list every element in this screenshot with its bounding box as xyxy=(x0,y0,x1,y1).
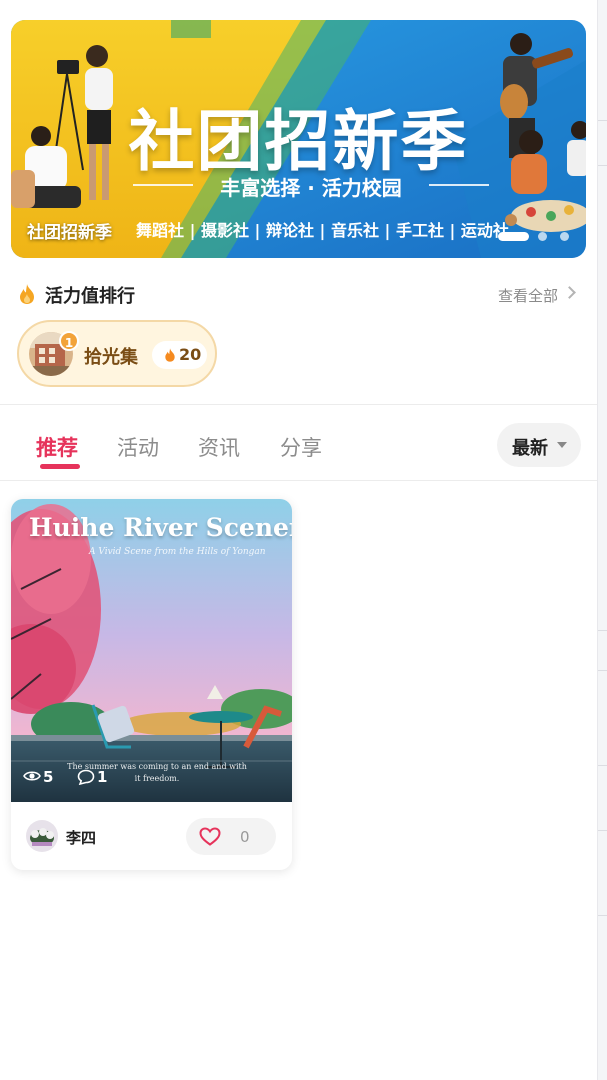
post-cover-title: Huihe River Scenery xyxy=(29,513,292,542)
ranking-item[interactable]: 1 拾光集 20 xyxy=(17,320,217,387)
fire-icon xyxy=(165,348,175,362)
heart-icon xyxy=(199,827,221,846)
carousel-dot-2[interactable] xyxy=(538,232,547,241)
caret-down-icon xyxy=(557,442,567,448)
right-scroll-strip xyxy=(597,0,607,1080)
banner-corner-label: 社团招新季 xyxy=(27,223,112,243)
eye-icon xyxy=(23,771,41,781)
divider xyxy=(0,404,597,405)
tab-activities[interactable]: 活动 xyxy=(117,432,159,462)
comment-count-value: 1 xyxy=(97,768,108,786)
ranking-header: 活力值排行 查看全部 xyxy=(18,280,580,308)
tab-share[interactable]: 分享 xyxy=(280,432,322,462)
see-all-link[interactable]: 查看全部 xyxy=(498,285,558,306)
carousel-dot-3[interactable] xyxy=(560,232,569,241)
rank-badge: 1 xyxy=(59,331,79,351)
divider xyxy=(0,480,597,481)
sort-label: 最新 xyxy=(512,438,548,459)
sort-dropdown[interactable]: 最新 xyxy=(497,423,581,467)
banner-club-list: 舞蹈社 | 摄影社 | 辩论社 | 音乐社 | 手工社 | 运动社 xyxy=(136,221,509,240)
chevron-right-icon[interactable] xyxy=(563,286,576,299)
post-cover-image xyxy=(11,499,292,802)
post-cover-subtitle: A Vivid Scene from the Hills of Yongan xyxy=(89,547,266,557)
ranking-title: 活力值排行 xyxy=(45,286,135,307)
vitality-score: 20 xyxy=(152,341,207,369)
fire-icon xyxy=(20,284,34,304)
active-tab-indicator xyxy=(40,464,80,469)
author-name[interactable]: 李四 xyxy=(66,827,96,848)
tab-news[interactable]: 资讯 xyxy=(198,432,240,462)
category-tabs: 推荐 活动 资讯 分享 最新 xyxy=(0,420,597,480)
like-button[interactable]: 0 xyxy=(186,818,276,855)
recruitment-banner[interactable]: 社团招新季 丰富选择 · 活力校园 舞蹈社 | 摄影社 | 辩论社 | 音乐社 … xyxy=(11,20,586,258)
post-card[interactable]: Huihe River Scenery A Vivid Scene from t… xyxy=(11,499,292,870)
tab-recommend[interactable]: 推荐 xyxy=(36,432,78,462)
avatar[interactable] xyxy=(26,820,58,852)
view-count-value: 5 xyxy=(43,768,54,786)
banner-title: 社团招新季 xyxy=(128,102,469,180)
vitality-score-value: 20 xyxy=(179,345,202,364)
comment-icon xyxy=(77,769,95,785)
like-count: 0 xyxy=(240,828,250,846)
carousel-dot-1[interactable] xyxy=(498,232,529,241)
banner-subtitle: 丰富选择 · 活力校园 xyxy=(133,172,489,201)
rank-user-name: 拾光集 xyxy=(84,347,138,368)
